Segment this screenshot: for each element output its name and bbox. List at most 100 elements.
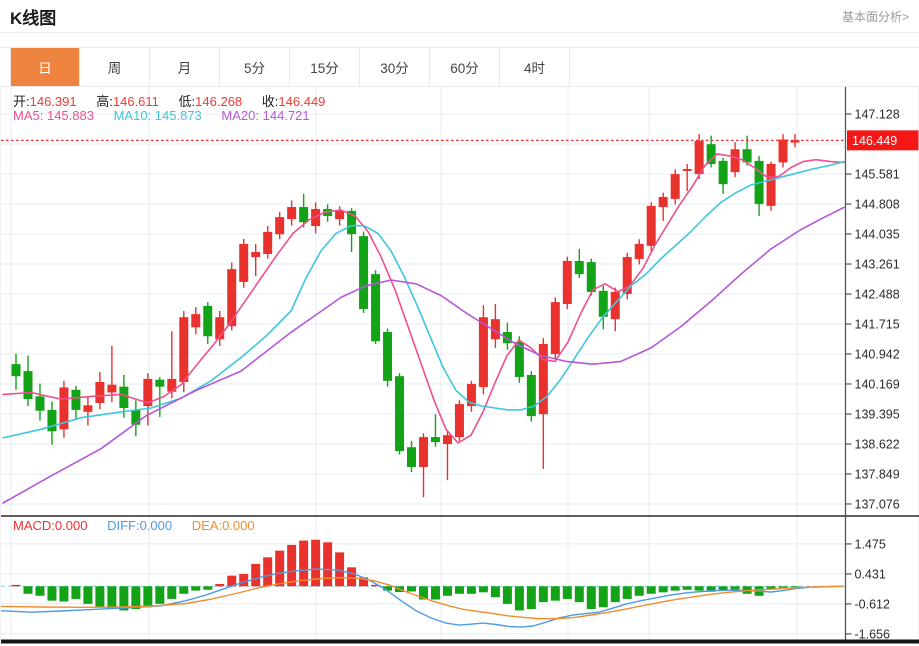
macd-bar[interactable] [143,586,153,608]
kline-chart-svg[interactable]: 147.128 145.581 144.808 144.035 143.261 142.4… [1,87,919,645]
macd-bar[interactable] [562,586,572,599]
candle[interactable] [239,238,249,288]
macd-bar[interactable] [778,586,788,588]
macd-bar[interactable] [71,586,81,599]
macd-bar[interactable] [83,586,93,604]
candle[interactable] [83,396,93,426]
candle[interactable] [59,380,69,438]
candle[interactable] [47,401,57,445]
candle[interactable] [670,169,680,205]
candle[interactable] [251,243,261,277]
macd-bar[interactable] [251,563,261,587]
candle[interactable] [454,400,464,441]
candle[interactable] [335,206,345,226]
tab-4hour[interactable]: 4时 [500,48,570,86]
tab-15min[interactable]: 15分 [290,48,360,86]
macd-bar[interactable] [634,586,644,596]
candle[interactable] [598,285,608,330]
macd-bar[interactable] [347,567,357,587]
candle[interactable] [395,373,405,455]
macd-bar[interactable] [47,586,57,601]
tab-week[interactable]: 周 [80,48,150,86]
macd-bar[interactable] [287,544,297,587]
macd-bar[interactable] [658,586,668,593]
macd-bar[interactable] [538,586,548,603]
candle[interactable] [634,239,644,265]
candle[interactable] [359,231,369,313]
candle[interactable] [418,433,428,498]
macd-bar[interactable] [622,586,632,599]
macd-bar[interactable] [694,586,704,591]
macd-bar[interactable] [155,586,165,604]
macd-bar[interactable] [478,586,488,593]
candle[interactable] [263,226,273,259]
macd-bar[interactable] [730,586,740,590]
macd-bar[interactable] [598,586,608,608]
macd-bar[interactable] [131,586,141,610]
macd-bar[interactable] [670,586,680,591]
tab-day[interactable]: 日 [10,48,80,86]
macd-bar[interactable] [574,586,584,603]
candle[interactable] [586,258,596,296]
macd-bar[interactable] [107,586,117,610]
candle[interactable] [35,383,45,421]
candle[interactable] [275,212,285,240]
macd-bar[interactable] [239,573,249,587]
candle[interactable] [191,307,201,335]
candle[interactable] [430,414,440,447]
macd-bar[interactable] [191,586,201,591]
macd-bar[interactable] [430,586,440,600]
candle[interactable] [562,256,572,310]
tab-5min[interactable]: 5分 [220,48,290,86]
candle[interactable] [383,328,393,387]
candle[interactable] [23,355,33,407]
candle[interactable] [407,440,417,473]
candle[interactable] [131,400,141,437]
candle[interactable] [766,161,776,211]
macd-bar[interactable] [35,586,45,596]
candle[interactable] [778,134,788,168]
macd-bar[interactable] [11,584,21,587]
candle[interactable] [646,202,656,251]
macd-bar[interactable] [203,586,213,590]
macd-bar[interactable] [514,586,524,611]
tab-month[interactable]: 月 [150,48,220,86]
macd-bar[interactable] [550,586,560,601]
macd-bar[interactable] [586,586,596,610]
macd-bar[interactable] [407,586,417,592]
fundamental-analysis-link[interactable]: 基本面分析> [842,8,909,25]
candle[interactable] [526,371,536,422]
candle[interactable] [478,305,488,395]
macd-bar[interactable] [682,586,692,590]
candle[interactable] [730,142,740,178]
candle[interactable] [610,287,620,332]
chart-area[interactable]: 147.128 145.581 144.808 144.035 143.261 142.4… [0,87,919,645]
candle[interactable] [718,157,728,194]
macd-bar[interactable] [95,586,105,608]
candle[interactable] [371,270,381,344]
tab-30min[interactable]: 30分 [360,48,430,86]
candle[interactable] [682,163,692,192]
candle[interactable] [442,431,452,481]
macd-bar[interactable] [646,586,656,594]
macd-bar[interactable] [275,550,285,587]
candle[interactable] [466,380,476,412]
macd-bar[interactable] [23,586,33,594]
candle[interactable] [550,297,560,360]
macd-bar[interactable] [610,586,620,603]
macd-bar[interactable] [167,586,177,599]
candle[interactable] [203,302,213,344]
candle[interactable] [754,155,764,216]
macd-bar[interactable] [179,586,189,594]
macd-bar[interactable] [442,586,452,596]
candle[interactable] [574,248,584,279]
macd-bar[interactable] [526,586,536,610]
macd-bar[interactable] [263,557,273,587]
macd-bar[interactable] [454,586,464,594]
candle[interactable] [490,304,500,348]
macd-bar[interactable] [215,584,225,587]
macd-bar[interactable] [490,586,500,598]
macd-bar[interactable] [59,586,69,602]
candle[interactable] [95,371,105,410]
macd-bar[interactable] [323,542,333,587]
